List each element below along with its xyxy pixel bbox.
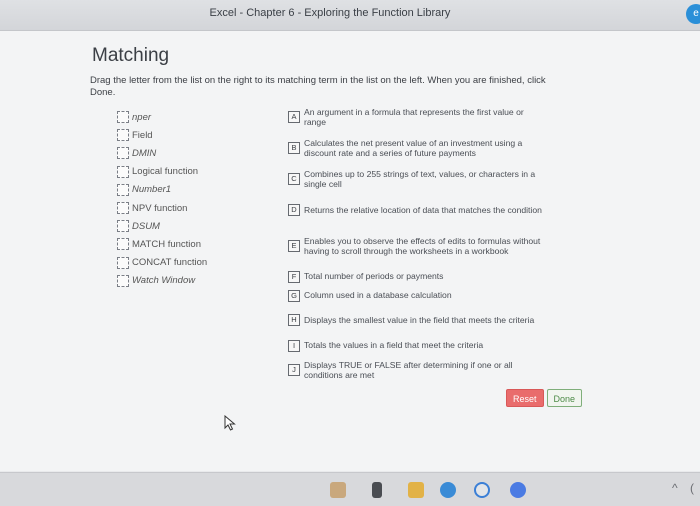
definition-text: Displays the smallest value in the field… — [304, 314, 535, 325]
definition-text: Enables you to observe the effects of ed… — [304, 235, 541, 257]
draggable-letter[interactable]: D — [288, 204, 300, 216]
drop-box[interactable] — [117, 111, 129, 124]
definition-item: B Calculates the net present value of an … — [288, 136, 543, 160]
term-item[interactable]: MATCH function — [117, 235, 207, 253]
term-item[interactable]: DMIN — [117, 144, 207, 162]
browser-icon[interactable] — [440, 482, 456, 498]
term-label: Logical function — [132, 166, 199, 178]
definition-item: D Returns the relative location of data t… — [288, 198, 543, 222]
drop-box[interactable] — [117, 183, 129, 196]
taskbar: ^ ( — [0, 472, 700, 506]
term-label: NPV function — [132, 202, 188, 214]
draggable-letter[interactable]: J — [288, 364, 300, 376]
drop-box[interactable] — [117, 220, 129, 233]
drop-box[interactable] — [117, 274, 129, 287]
term-label: DMIN — [132, 147, 157, 159]
mouse-pointer-icon — [224, 414, 236, 436]
term-label: MATCH function — [132, 238, 201, 250]
drop-box[interactable] — [117, 238, 129, 251]
draggable-letter[interactable]: B — [288, 142, 300, 154]
term-label: nper — [132, 111, 152, 123]
term-label: Field — [132, 129, 153, 141]
definitions-list: A An argument in a formula that represent… — [288, 105, 543, 389]
definition-text: Calculates the net present value of an i… — [304, 137, 523, 159]
definition-text: Column used in a database calculation — [304, 290, 452, 301]
instructions-text: Drag the letter from the list on the rig… — [90, 75, 546, 98]
draggable-letter[interactable]: H — [288, 314, 300, 326]
app-icon[interactable] — [372, 482, 382, 498]
draggable-letter[interactable]: C — [288, 173, 300, 185]
term-item[interactable]: CONCAT function — [117, 254, 207, 272]
action-buttons: Reset Done — [506, 389, 583, 407]
reset-button[interactable]: Reset — [506, 389, 544, 407]
tray-icon[interactable]: ( — [690, 481, 694, 495]
browser-icon[interactable]: e — [686, 4, 700, 24]
drop-box[interactable] — [117, 165, 129, 178]
term-item[interactable]: Watch Window — [117, 272, 207, 290]
drop-box[interactable] — [117, 147, 129, 160]
term-item[interactable]: nper — [117, 108, 207, 126]
chrome-icon[interactable] — [474, 482, 490, 498]
window-title: Excel - Chapter 6 - Exploring the Functi… — [209, 7, 451, 19]
draggable-letter[interactable]: G — [288, 289, 300, 302]
drop-box[interactable] — [117, 129, 129, 142]
draggable-letter[interactable]: E — [288, 240, 300, 252]
chevron-up-icon[interactable]: ^ — [672, 481, 678, 495]
drop-box[interactable] — [117, 256, 129, 269]
definition-item: E Enables you to observe the effects of e… — [288, 229, 543, 263]
term-label: Number1 — [132, 184, 172, 196]
definition-text: Totals the values in a field that meet t… — [304, 340, 484, 351]
terms-list: nper Field DMIN Logical function Number1… — [117, 108, 207, 290]
folder-icon[interactable] — [408, 482, 424, 498]
term-label: DSUM — [132, 220, 160, 232]
term-item[interactable]: NPV function — [117, 199, 207, 217]
term-item[interactable]: Number1 — [117, 181, 207, 199]
definition-item: J Displays TRUE or FALSE after determinin… — [288, 358, 543, 382]
definition-text: An argument in a formula that represents… — [304, 106, 524, 128]
definition-item: G Column used in a database calculation — [288, 289, 543, 302]
definition-item: C Combines up to 255 strings of text, val… — [288, 167, 543, 191]
definition-text: Combines up to 255 strings of text, valu… — [304, 168, 536, 190]
definition-item: A An argument in a formula that represent… — [288, 105, 543, 129]
definition-item: F Total number of periods or payments — [288, 270, 543, 283]
term-item[interactable]: Logical function — [117, 163, 207, 181]
definition-text: Displays TRUE or FALSE after determining… — [304, 359, 513, 381]
term-label: Watch Window — [132, 275, 196, 287]
draggable-letter[interactable]: A — [288, 111, 300, 123]
draggable-letter[interactable]: I — [288, 339, 300, 352]
term-item[interactable]: DSUM — [117, 217, 207, 235]
app-icon[interactable] — [330, 482, 346, 498]
draggable-letter[interactable]: F — [288, 270, 300, 283]
done-button[interactable]: Done — [546, 389, 583, 407]
definition-item: H Displays the smallest value in the fiel… — [288, 308, 543, 332]
term-item[interactable]: Field — [117, 126, 207, 144]
activity-page: Matching Drag the letter from the list o… — [0, 31, 700, 471]
definition-item: I Totals the values in a field that meet … — [288, 339, 543, 352]
page-title: Matching — [92, 45, 170, 66]
drop-box[interactable] — [117, 202, 129, 215]
window-titlebar: Excel - Chapter 6 - Exploring the Functi… — [0, 0, 700, 31]
definition-text: Returns the relative location of data th… — [304, 204, 542, 215]
term-label: CONCAT function — [132, 257, 208, 269]
definition-text: Total number of periods or payments — [304, 271, 444, 282]
chat-icon[interactable] — [510, 482, 526, 498]
